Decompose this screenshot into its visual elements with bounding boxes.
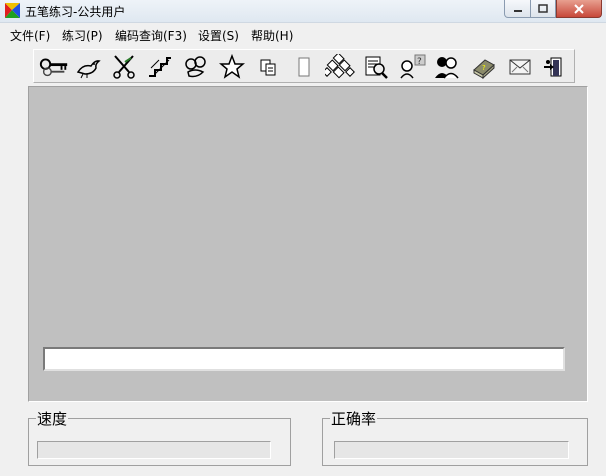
- accuracy-label: 正确率: [330, 408, 378, 429]
- scissors-icon[interactable]: [110, 53, 138, 81]
- speed-group: 速度: [28, 408, 291, 466]
- help-person-icon[interactable]: ?: [396, 53, 428, 81]
- toolbar: ? ?: [33, 49, 575, 83]
- book-icon[interactable]: ?: [470, 53, 498, 81]
- typing-input[interactable]: [43, 347, 565, 371]
- envelope-icon[interactable]: [506, 53, 534, 81]
- menu-code-lookup[interactable]: 编码查询(F3): [115, 27, 187, 44]
- search-doc-icon[interactable]: [362, 53, 390, 81]
- bird-icon[interactable]: [74, 53, 102, 81]
- keyboard-icon[interactable]: [324, 53, 356, 81]
- svg-text:?: ?: [482, 64, 486, 72]
- stairs-icon[interactable]: [146, 53, 174, 81]
- menu-practice[interactable]: 练习(P): [62, 27, 103, 44]
- menu-file[interactable]: 文件(F): [10, 27, 50, 44]
- users-icon[interactable]: [432, 53, 460, 81]
- speed-label: 速度: [36, 408, 69, 429]
- menu-bar: 文件(F) 练习(P) 编码查询(F3) 设置(S) 帮助(H): [0, 23, 606, 45]
- star-icon[interactable]: [218, 53, 246, 81]
- exit-icon[interactable]: [540, 53, 568, 81]
- menu-settings[interactable]: 设置(S): [198, 27, 239, 44]
- copy-icon[interactable]: [254, 53, 282, 81]
- accuracy-group: 正确率: [322, 408, 588, 466]
- close-button[interactable]: [556, 0, 602, 18]
- window-title: 五笔练习-公共用户: [25, 5, 126, 19]
- flowers-icon[interactable]: [182, 53, 210, 81]
- minimize-button[interactable]: [504, 0, 531, 18]
- maximize-button[interactable]: [531, 0, 556, 18]
- menu-help[interactable]: 帮助(H): [251, 27, 293, 44]
- accuracy-display: [334, 441, 569, 459]
- title-bar: 五笔练习-公共用户: [0, 0, 606, 23]
- maximize-icon: [538, 4, 548, 13]
- app-logo-icon: [5, 3, 20, 18]
- key-icon[interactable]: [37, 53, 71, 81]
- speed-display: [37, 441, 271, 459]
- minimize-icon: [513, 9, 522, 12]
- close-icon: [574, 3, 584, 14]
- svg-text:?: ?: [417, 57, 422, 67]
- blank-icon[interactable]: [290, 53, 318, 81]
